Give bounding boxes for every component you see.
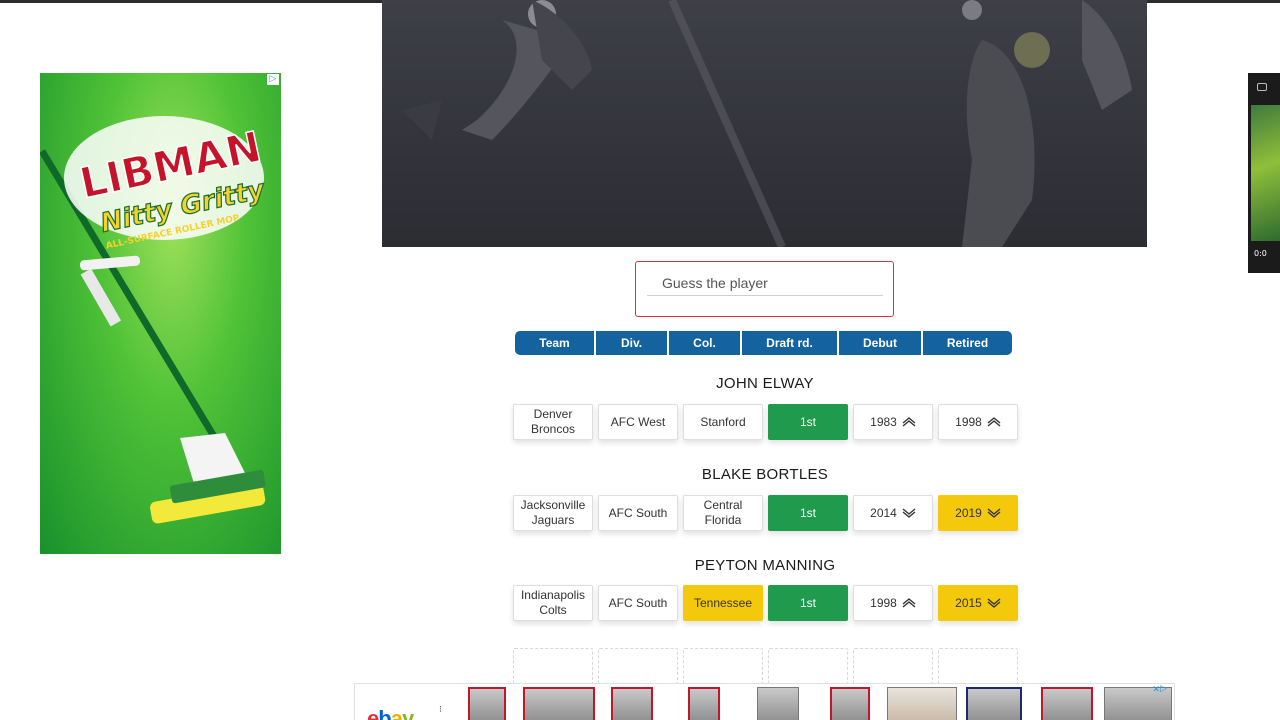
guess-cell-text: 1st: [799, 595, 816, 610]
ebay-banner-ad[interactable]: ebay ⁝ ✕ ▷: [354, 683, 1175, 720]
guess-cell: 2014: [853, 495, 933, 531]
empty-cell: [513, 648, 593, 684]
player-name: PEYTON MANNING: [694, 557, 836, 574]
video-frame: [402, 0, 1132, 247]
arrow-down-icon: [987, 598, 1001, 608]
ad-dots-icon: ⁝: [439, 704, 442, 714]
arrow-down-icon: [987, 508, 1001, 518]
guess-cell: AFC South: [598, 495, 678, 531]
adchoices-icon[interactable]: ▷: [1160, 684, 1172, 695]
guess-box: [635, 261, 894, 317]
header-retired: Retired: [923, 331, 1012, 355]
guess-cell-text: 1998: [955, 414, 982, 429]
adchoices-icon[interactable]: ▷: [267, 74, 279, 85]
empty-guess-row: [513, 648, 1018, 684]
guess-cell: 1998: [938, 404, 1018, 440]
guess-cell: Stanford: [683, 404, 763, 440]
empty-cell: [598, 648, 678, 684]
guess-cell-text: 2014: [870, 505, 897, 520]
arrow-up-icon: [987, 417, 1001, 427]
card-thumbnail[interactable]: [1041, 687, 1093, 720]
guess-cell-text: AFC South: [608, 505, 668, 520]
video-ad-scene: [1251, 105, 1280, 241]
right-video-ad[interactable]: 0:0: [1248, 73, 1280, 273]
guess-cell: AFC West: [598, 404, 678, 440]
card-thumbnail[interactable]: [830, 687, 870, 720]
empty-cell: [683, 648, 763, 684]
libman-logo: LIBMAN Nitty Gritty ALL-SURFACE ROLLER M…: [64, 116, 267, 252]
header-debut: Debut: [839, 331, 921, 355]
video-time: 0:0: [1254, 249, 1267, 258]
guess-cell: 1983: [853, 404, 933, 440]
arrow-up-icon: [902, 598, 916, 608]
card-thumbnail[interactable]: [468, 687, 506, 720]
guess-row: Indianapolis Colts AFC South Tennessee 1st 1…: [513, 585, 1018, 621]
guess-cell: 1998: [853, 585, 933, 621]
card-thumbnail[interactable]: [757, 687, 799, 720]
guess-cell-text: Denver Broncos: [530, 407, 576, 436]
guess-cell: Jacksonville Jaguars: [513, 495, 593, 531]
guess-row: Denver Broncos AFC West Stanford 1st 1983 199…: [513, 404, 1018, 440]
close-icon[interactable]: ✕: [1152, 684, 1160, 695]
guess-cell: 1st: [768, 585, 848, 621]
guess-cell: 1st: [768, 404, 848, 440]
card-thumbnail[interactable]: [688, 687, 720, 720]
card-thumbnail[interactable]: [887, 687, 957, 720]
guess-cell: Central Florida: [683, 495, 763, 531]
player-name: JOHN ELWAY: [716, 375, 814, 392]
header-team: Team: [515, 331, 594, 355]
guess-cell: 2015: [938, 585, 1018, 621]
guess-cell-text: 1st: [799, 414, 816, 429]
guess-cell-text: Jacksonville Jaguars: [520, 498, 586, 527]
empty-cell: [768, 648, 848, 684]
guess-cell: 2019: [938, 495, 1018, 531]
guess-cell: 1st: [768, 495, 848, 531]
guess-cell: AFC South: [598, 585, 678, 621]
empty-cell: [938, 648, 1018, 684]
arrow-up-icon: [902, 417, 916, 427]
guess-cell-text: AFC West: [610, 414, 666, 429]
guess-cell: Indianapolis Colts: [513, 585, 593, 621]
player-name: BLAKE BORTLES: [701, 466, 829, 483]
header-draft-round: Draft rd.: [742, 331, 837, 355]
header-college: Col.: [669, 331, 740, 355]
guess-cell: Tennessee: [683, 585, 763, 621]
card-thumbnail[interactable]: [523, 687, 595, 720]
card-thumbnail[interactable]: [611, 687, 653, 720]
guess-cell-text: 2019: [955, 505, 982, 520]
guess-cell: Denver Broncos: [513, 404, 593, 440]
guess-cell-text: Indianapolis Colts: [520, 588, 586, 617]
libman-ad[interactable]: LIBMAN Nitty Gritty ALL-SURFACE ROLLER M…: [40, 73, 281, 554]
ebay-logo: ebay: [367, 706, 414, 720]
guess-row: Jacksonville Jaguars AFC South Central Flo…: [513, 495, 1018, 531]
guess-cell-text: 1st: [799, 505, 816, 520]
guess-input[interactable]: [647, 270, 883, 296]
arrow-down-icon: [902, 508, 916, 518]
guess-cell-text: Tennessee: [693, 595, 753, 610]
guess-cell-text: Central Florida: [703, 498, 743, 527]
game-video[interactable]: [382, 0, 1147, 247]
guess-cell-text: 1983: [870, 414, 897, 429]
header-division: Div.: [596, 331, 667, 355]
guess-cell-text: Stanford: [700, 414, 746, 429]
guess-cell-text: 1998: [870, 595, 897, 610]
guess-cell-text: 2015: [955, 595, 982, 610]
empty-cell: [853, 648, 933, 684]
card-thumbnail[interactable]: [966, 687, 1022, 720]
guess-cell-text: AFC South: [608, 595, 668, 610]
miniplayer-icon[interactable]: [1257, 83, 1267, 91]
column-headers: Team Div. Col. Draft rd. Debut Retired: [515, 331, 1012, 355]
